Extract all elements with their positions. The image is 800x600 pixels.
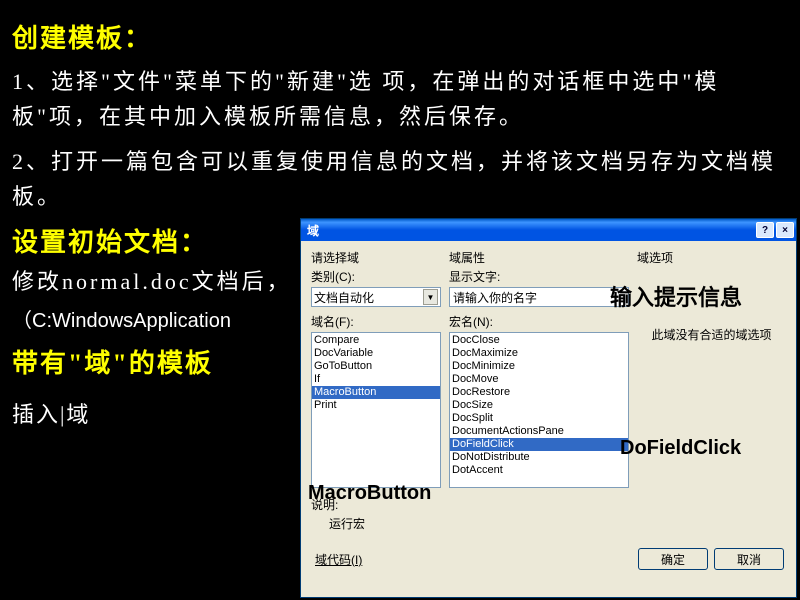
chevron-down-icon[interactable]: ▼ xyxy=(423,289,438,305)
display-label: 显示文字: xyxy=(449,268,629,285)
properties-label: 域属性 xyxy=(449,249,629,266)
close-button[interactable]: × xyxy=(776,222,794,238)
category-value: 文档自动化 xyxy=(314,289,374,306)
list-item[interactable]: DotAccent xyxy=(450,464,628,477)
list-item[interactable]: DocMinimize xyxy=(450,360,628,373)
list-item[interactable]: DocumentActionsPane xyxy=(450,425,628,438)
title-create-template: 创建模板： xyxy=(12,18,788,60)
field-dialog: 域 ? × 请选择域 类别(C): 文档自动化 ▼ 域名(F): Compare… xyxy=(300,218,797,598)
list-item[interactable]: DocMaximize xyxy=(450,347,628,360)
ok-button[interactable]: 确定 xyxy=(638,548,708,570)
fieldname-listbox[interactable]: Compare DocVariable GoToButton If MacroB… xyxy=(311,332,441,488)
list-item[interactable]: DocSplit xyxy=(450,412,628,425)
list-item[interactable]: DoFieldClick xyxy=(450,438,628,451)
list-item[interactable]: GoToButton xyxy=(312,360,440,373)
list-item[interactable]: DoNotDistribute xyxy=(450,451,628,464)
macroname-label: 宏名(N): xyxy=(449,313,629,330)
macroname-listbox[interactable]: DocClose DocMaximize DocMinimize DocMove… xyxy=(449,332,629,488)
list-item[interactable]: DocMove xyxy=(450,373,628,386)
list-item[interactable]: Compare xyxy=(312,334,440,347)
list-item[interactable]: DocClose xyxy=(450,334,628,347)
desc-text: 运行宏 xyxy=(329,515,786,532)
paragraph-1: 1、选择"文件"菜单下的"新建"选 项，在弹出的对话框中选中"模板"项，在其中加… xyxy=(12,64,788,134)
dialog-title: 域 xyxy=(307,222,756,239)
annotation-macrobutton: MacroButton xyxy=(308,482,431,505)
display-text-input[interactable]: 请输入你的名字 xyxy=(449,287,629,307)
category-label: 类别(C): xyxy=(311,268,441,285)
select-field-label: 请选择域 xyxy=(311,249,441,266)
list-item[interactable]: DocVariable xyxy=(312,347,440,360)
annotation-dofieldclick: DoFieldClick xyxy=(620,437,741,460)
list-item[interactable]: MacroButton xyxy=(312,386,440,399)
fieldname-label: 域名(F): xyxy=(311,313,441,330)
list-item[interactable]: DocRestore xyxy=(450,386,628,399)
category-combo[interactable]: 文档自动化 ▼ xyxy=(311,287,441,307)
options-label: 域选项 xyxy=(637,249,786,266)
help-button[interactable]: ? xyxy=(756,222,774,238)
display-value: 请输入你的名字 xyxy=(453,289,537,306)
field-code-link[interactable]: 域代码(I) xyxy=(315,551,362,568)
list-item[interactable]: Print xyxy=(312,399,440,412)
paragraph-2: 2、打开一篇包含可以重复使用信息的文档，并将该文档另存为文档模 板。 xyxy=(12,144,788,214)
cancel-button[interactable]: 取消 xyxy=(714,548,784,570)
annotation-input-hint: 输入提示信息 xyxy=(610,280,742,312)
list-item[interactable]: DocSize xyxy=(450,399,628,412)
list-item[interactable]: If xyxy=(312,373,440,386)
dialog-titlebar[interactable]: 域 ? × xyxy=(301,219,796,241)
no-options-text: 此域没有合适的域选项 xyxy=(637,326,786,343)
